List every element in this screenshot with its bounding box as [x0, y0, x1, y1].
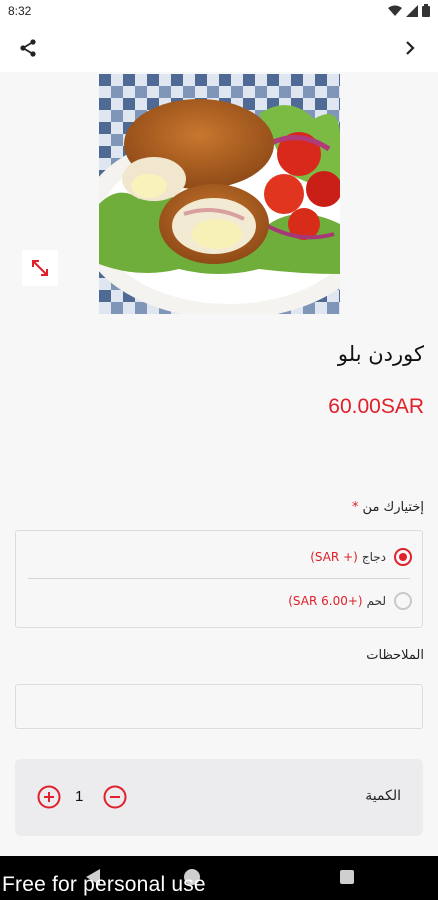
status-bar: 8:32: [0, 0, 438, 24]
product-image-area: [0, 72, 438, 317]
minus-circle-icon: [103, 785, 127, 809]
notes-label: الملاحظات: [366, 648, 424, 663]
share-icon: [20, 39, 36, 57]
product-image: [99, 74, 340, 314]
option-name: لحم: [366, 594, 386, 608]
watermark: Free for personal use: [2, 873, 206, 896]
option-chicken[interactable]: دجاج (+ SAR): [310, 545, 412, 569]
options-group: دجاج (+ SAR) لحم (+6.00 SAR): [15, 530, 423, 628]
option-price: (+6.00 SAR): [288, 594, 363, 608]
status-icons: [388, 4, 430, 17]
battery-icon: [422, 4, 430, 17]
status-time: 8:32: [8, 4, 32, 18]
back-button[interactable]: [398, 36, 422, 60]
divider: [28, 578, 410, 579]
product-price: 60.00SAR: [328, 395, 424, 418]
share-button[interactable]: [16, 36, 40, 60]
cordon-bleu-photo: [99, 74, 340, 314]
plus-circle-icon: [37, 785, 61, 809]
decrease-quantity-button[interactable]: [103, 785, 127, 809]
radio-unchecked[interactable]: [394, 592, 412, 610]
product-title: كوردن بلو: [337, 342, 424, 366]
increase-quantity-button[interactable]: [37, 785, 61, 809]
expand-icon: [32, 260, 48, 276]
radio-checked[interactable]: [394, 548, 412, 566]
option-name: دجاج: [361, 550, 386, 564]
app-bar: [0, 24, 438, 72]
notes-input[interactable]: [15, 684, 423, 729]
nav-recents-icon[interactable]: [340, 870, 354, 884]
quantity-label: الكمية: [365, 788, 401, 804]
quantity-panel: الكمية 1: [15, 759, 423, 836]
option-meat[interactable]: لحم (+6.00 SAR): [288, 589, 412, 613]
expand-button[interactable]: [22, 250, 58, 286]
signal-icon: [406, 4, 418, 17]
options-label-text: إختيارك من: [362, 500, 424, 515]
option-price: (+ SAR): [310, 550, 358, 564]
required-mark: *: [352, 500, 359, 515]
quantity-value: 1: [75, 788, 84, 805]
options-label: إختيارك من*: [352, 500, 424, 515]
wifi-icon: [388, 5, 402, 16]
chevron-right-icon: [406, 41, 415, 55]
